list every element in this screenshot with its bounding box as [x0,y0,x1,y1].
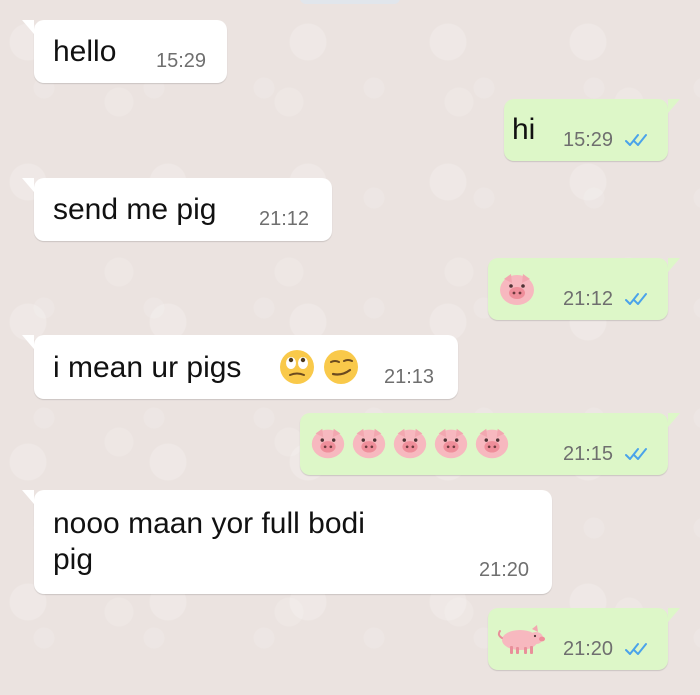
pig-face-icon [311,428,345,459]
emoji-row [276,346,362,388]
read-receipt-icon [625,447,649,461]
previous-message-edge [300,0,400,4]
message-bubble-outgoing[interactable]: 21:20 [488,608,680,670]
message-bubble-incoming[interactable]: i mean ur pigs 21:13 [22,335,458,399]
pig-icon [497,625,545,654]
pig-face-icon [500,274,534,305]
smirking-face-icon [324,350,358,384]
emoji-row [308,423,512,463]
message-bubble-outgoing[interactable]: hi 15:29 [504,99,680,161]
message-time: 21:20 [479,559,530,581]
message-time: 21:13 [384,366,435,388]
pig-face-icon [475,428,509,459]
message-bubble-incoming[interactable]: hello 15:29 [22,20,227,83]
emoji-row [496,268,538,310]
message-time: 21:12 [259,208,310,230]
message-text-line-2: pig [53,543,94,576]
message-time: 21:15 [563,443,614,465]
message-text-line-1: nooo maan yor full bodi [53,507,365,540]
message-text: i mean ur pigs [53,351,242,384]
emoji-row [494,620,546,658]
read-receipt-icon [625,642,649,656]
message-bubble-outgoing[interactable]: 21:12 [488,258,680,320]
face-with-rolling-eyes-icon [280,350,314,384]
message-time: 15:29 [563,129,614,151]
read-receipt-icon [625,133,649,147]
pig-face-icon [352,428,386,459]
message-time: 21:12 [563,288,614,310]
message-bubble-incoming[interactable]: send me pig 21:12 [22,178,332,241]
message-text: hello [53,35,117,68]
message-time: 21:20 [563,638,614,660]
message-bubble-incoming[interactable]: nooo maan yor full bodi pig 21:20 [22,490,552,594]
message-bubble-outgoing[interactable]: 21:15 [300,413,680,475]
message-time: 15:29 [156,50,207,72]
pig-face-icon [434,428,468,459]
message-text: send me pig [53,193,217,226]
pig-face-icon [393,428,427,459]
message-text: hi [512,113,536,146]
read-receipt-icon [625,292,649,306]
